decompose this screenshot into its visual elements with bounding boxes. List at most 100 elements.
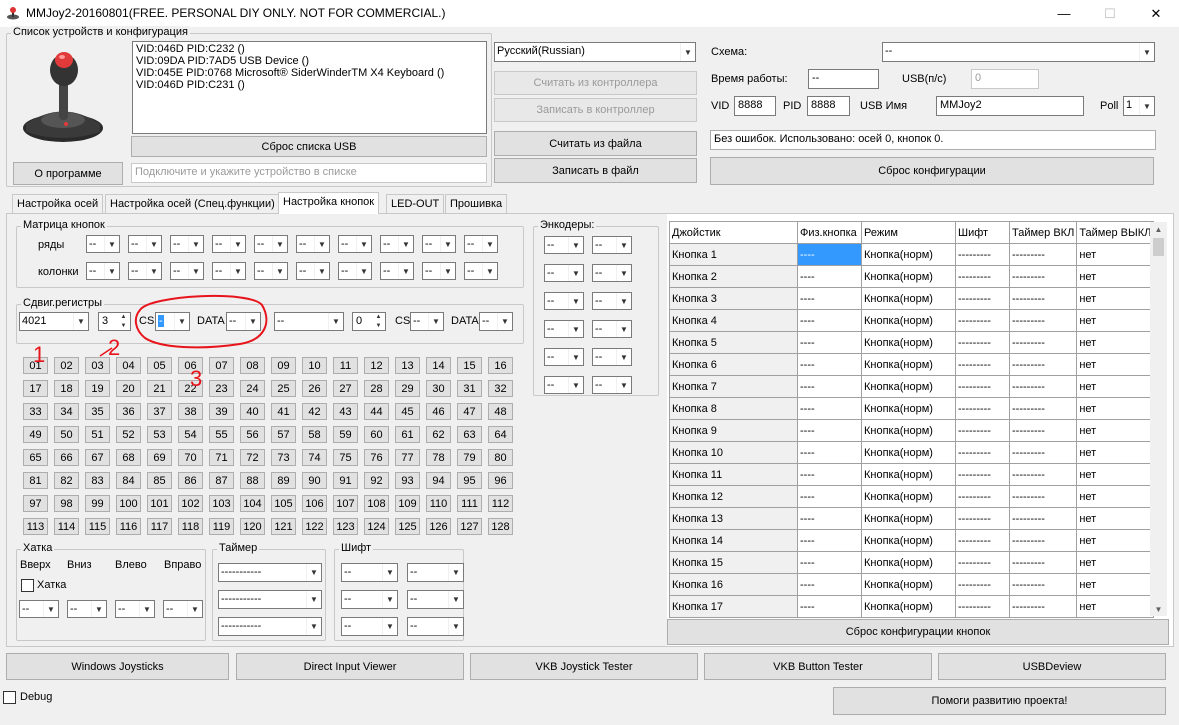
table-cell[interactable]: --------- [1008, 419, 1078, 442]
matrix-row-select[interactable]: -- ▼ [86, 235, 120, 253]
table-header[interactable]: Таймер ВЫКЛ [1076, 221, 1155, 244]
button-number-101[interactable]: 101 [147, 495, 172, 512]
shift-select[interactable]: -- ▼ [407, 563, 464, 582]
close-button[interactable]: ✕ [1133, 0, 1179, 27]
table-row[interactable]: Кнопка 4 ---- Кнопка(норм) --------- -------… [669, 309, 1155, 332]
button-number-93[interactable]: 93 [395, 472, 420, 489]
about-button[interactable]: О программе [13, 162, 123, 185]
data1-select[interactable]: -- ▼ [226, 312, 261, 331]
button-number-70[interactable]: 70 [178, 449, 203, 466]
table-cell[interactable]: нет [1076, 573, 1155, 596]
direct-input-viewer-button[interactable]: Direct Input Viewer [236, 653, 464, 680]
encoder-select[interactable]: -- ▼ [592, 264, 632, 282]
table-cell[interactable]: ---- [797, 331, 862, 354]
button-number-15[interactable]: 15 [457, 357, 482, 374]
table-cell[interactable]: нет [1076, 485, 1155, 508]
tab-firmware[interactable]: Прошивка [445, 194, 508, 213]
button-number-82[interactable]: 82 [54, 472, 79, 489]
timer-select[interactable]: ----------- ▼ [218, 590, 322, 609]
button-number-54[interactable]: 54 [178, 426, 203, 443]
table-row[interactable]: Кнопка 17 ---- Кнопка(норм) --------- ------… [669, 595, 1155, 618]
matrix-column-select[interactable]: -- ▼ [464, 262, 498, 280]
button-number-80[interactable]: 80 [488, 449, 513, 466]
spin-down-icon[interactable]: ▼ [117, 322, 130, 331]
button-number-122[interactable]: 122 [302, 518, 327, 535]
spin-up-icon[interactable]: ▲ [372, 313, 385, 322]
reset-buttons-config-button[interactable]: Сброс конфигурации кнопок [667, 619, 1169, 645]
button-number-30[interactable]: 30 [426, 380, 451, 397]
table-cell[interactable]: Кнопка 14 [669, 529, 798, 552]
table-header[interactable]: Шифт [955, 221, 1010, 244]
matrix-column-select[interactable]: -- ▼ [86, 262, 120, 280]
table-cell[interactable]: --------- [1008, 441, 1078, 464]
usb-name-field[interactable]: MMJoy2 [936, 96, 1084, 116]
vid-field[interactable]: 8888 [734, 96, 776, 116]
encoder-select[interactable]: -- ▼ [544, 376, 584, 394]
button-number-21[interactable]: 21 [147, 380, 172, 397]
button-number-44[interactable]: 44 [364, 403, 389, 420]
button-number-59[interactable]: 59 [333, 426, 358, 443]
button-number-12[interactable]: 12 [364, 357, 389, 374]
table-row[interactable]: Кнопка 6 ---- Кнопка(норм) --------- -------… [669, 353, 1155, 376]
button-number-19[interactable]: 19 [85, 380, 110, 397]
button-number-97[interactable]: 97 [23, 495, 48, 512]
data2-select[interactable]: -- ▼ [479, 312, 513, 331]
table-row[interactable]: Кнопка 1 ---- Кнопка(норм) --------- -------… [669, 243, 1155, 266]
write-file-button[interactable]: Записать в файл [494, 158, 697, 183]
minimize-button[interactable]: — [1041, 0, 1087, 27]
table-cell[interactable]: Кнопка 10 [669, 441, 798, 464]
button-number-94[interactable]: 94 [426, 472, 451, 489]
encoder-select[interactable]: -- ▼ [592, 236, 632, 254]
table-cell[interactable]: Кнопка(норм) [861, 331, 956, 354]
button-number-9[interactable]: 09 [271, 357, 296, 374]
button-number-43[interactable]: 43 [333, 403, 358, 420]
table-cell[interactable]: нет [1076, 441, 1155, 464]
write-controller-button[interactable]: Записать в контроллер [494, 98, 697, 122]
table-cell[interactable]: нет [1076, 375, 1155, 398]
encoder-select[interactable]: -- ▼ [544, 264, 584, 282]
button-number-113[interactable]: 113 [23, 518, 48, 535]
button-number-57[interactable]: 57 [271, 426, 296, 443]
table-cell[interactable]: --------- [955, 375, 1010, 398]
vkb-button-tester-button[interactable]: VKB Button Tester [704, 653, 932, 680]
button-number-27[interactable]: 27 [333, 380, 358, 397]
table-cell[interactable]: --------- [1008, 375, 1078, 398]
button-number-18[interactable]: 18 [54, 380, 79, 397]
button-number-5[interactable]: 05 [147, 357, 172, 374]
encoder-select[interactable]: -- ▼ [544, 236, 584, 254]
matrix-column-select[interactable]: -- ▼ [338, 262, 372, 280]
table-cell[interactable]: Кнопка(норм) [861, 309, 956, 332]
matrix-column-select[interactable]: -- ▼ [422, 262, 456, 280]
button-number-69[interactable]: 69 [147, 449, 172, 466]
table-cell[interactable]: Кнопка 15 [669, 551, 798, 574]
reset-config-button[interactable]: Сброс конфигурации [710, 157, 1154, 185]
table-row[interactable]: Кнопка 16 ---- Кнопка(норм) --------- ------… [669, 573, 1155, 596]
shift-select[interactable]: -- ▼ [407, 590, 464, 609]
table-row[interactable]: Кнопка 11 ---- Кнопка(норм) --------- ------… [669, 463, 1155, 486]
button-number-103[interactable]: 103 [209, 495, 234, 512]
button-number-51[interactable]: 51 [85, 426, 110, 443]
button-number-8[interactable]: 08 [240, 357, 265, 374]
windows-joysticks-button[interactable]: Windows Joysticks [6, 653, 229, 680]
table-row[interactable]: Кнопка 13 ---- Кнопка(норм) --------- ------… [669, 507, 1155, 530]
button-number-99[interactable]: 99 [85, 495, 110, 512]
table-cell[interactable]: ---- [797, 243, 862, 266]
table-cell[interactable]: нет [1076, 287, 1155, 310]
table-cell[interactable]: --------- [955, 331, 1010, 354]
timer-select[interactable]: ----------- ▼ [218, 563, 322, 582]
matrix-row-select[interactable]: -- ▼ [254, 235, 288, 253]
table-cell[interactable]: нет [1076, 397, 1155, 420]
scroll-up-icon[interactable]: ▲ [1150, 222, 1167, 236]
table-row[interactable]: Кнопка 10 ---- Кнопка(норм) --------- ------… [669, 441, 1155, 464]
table-cell[interactable]: --------- [955, 573, 1010, 596]
table-cell[interactable]: --------- [955, 595, 1010, 618]
button-number-16[interactable]: 16 [488, 357, 513, 374]
table-cell[interactable]: Кнопка 2 [669, 265, 798, 288]
matrix-row-select[interactable]: -- ▼ [380, 235, 414, 253]
tab-axes-special[interactable]: Настройка осей (Спец.функции) [105, 194, 280, 213]
button-number-58[interactable]: 58 [302, 426, 327, 443]
button-number-4[interactable]: 04 [116, 357, 141, 374]
button-number-128[interactable]: 128 [488, 518, 513, 535]
table-cell[interactable]: --------- [1008, 353, 1078, 376]
table-header[interactable]: Физ.кнопка [797, 221, 862, 244]
